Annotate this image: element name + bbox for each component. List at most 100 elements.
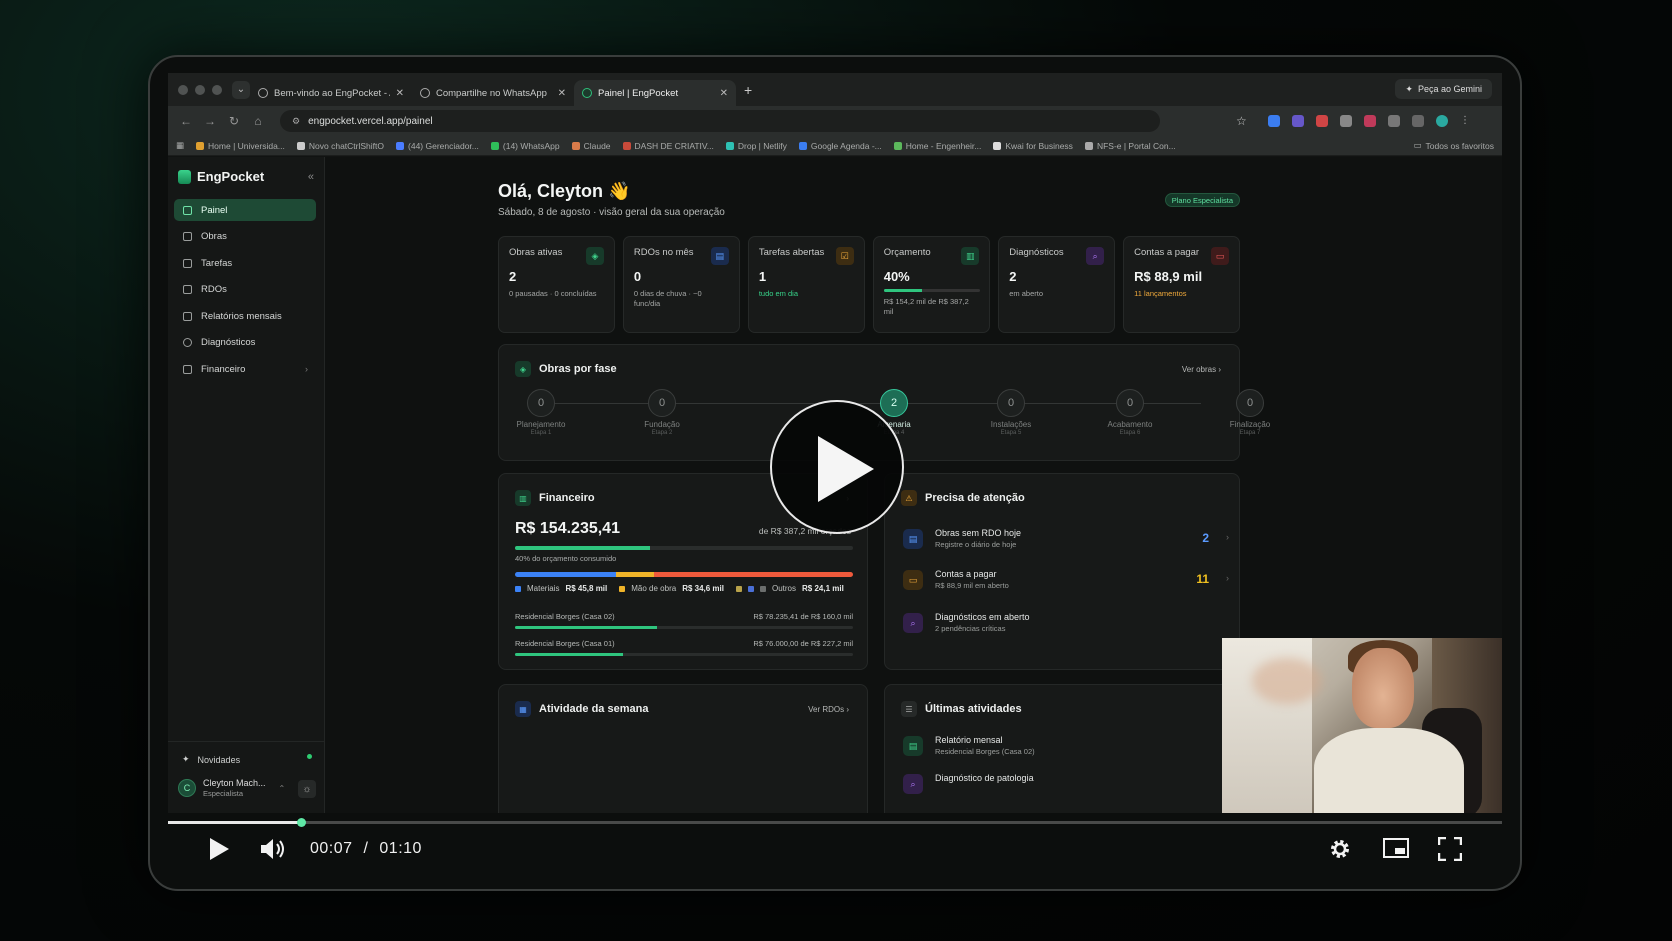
bookmark-item[interactable]: Novo chatCtrlShiftO bbox=[296, 141, 384, 151]
apps-grid-icon[interactable]: ▦ bbox=[176, 140, 184, 151]
bookmark-item[interactable]: DASH DE CRIATIV... bbox=[622, 141, 714, 151]
sidebar-item-financeiro[interactable]: Financeiro › bbox=[174, 358, 316, 380]
user-menu[interactable]: C Cleyton Mach... Especialista ⌃ bbox=[178, 778, 285, 798]
sidebar-footer: ✦ Novidades C Cleyton Mach... Especialis… bbox=[168, 741, 324, 813]
bookmark-item[interactable]: Home - Engenheir... bbox=[893, 141, 981, 151]
browser-toolbar: ← → ↻ ⌂ ⚙ engpocket.vercel.app/painel ☆ … bbox=[168, 106, 1502, 136]
reload-icon[interactable]: ↻ bbox=[228, 114, 240, 128]
tab-search-chevron-icon[interactable]: ⌄ bbox=[232, 80, 250, 99]
window-controls[interactable] bbox=[168, 84, 222, 95]
theme-toggle-sun-icon[interactable]: ☼ bbox=[298, 780, 316, 798]
stage-fundacao[interactable]: 0 Fundação Etapa 2 bbox=[627, 389, 697, 436]
ver-obras-link[interactable]: Ver obras › bbox=[1182, 365, 1221, 374]
close-icon[interactable]: ✕ bbox=[720, 88, 728, 99]
puzzle-icon[interactable] bbox=[1388, 115, 1400, 127]
novidades-button[interactable]: ✦ Novidades bbox=[182, 754, 240, 765]
scrubber-handle[interactable] bbox=[297, 818, 307, 827]
browser-tab-2[interactable]: Compartilhe no WhatsApp ✕ bbox=[412, 80, 574, 106]
ver-rdos-link[interactable]: Ver RDOs › bbox=[808, 705, 849, 714]
search-icon: ⌕ bbox=[903, 774, 923, 794]
close-icon[interactable]: ✕ bbox=[396, 88, 404, 99]
sidebar-item-obras[interactable]: Obras bbox=[174, 226, 316, 248]
extension-icon[interactable] bbox=[1364, 115, 1376, 127]
bookmark-item[interactable]: (14) WhatsApp bbox=[490, 141, 560, 151]
brand[interactable]: EngPocket bbox=[178, 169, 264, 184]
bookmark-item[interactable]: NFS-e | Portal Con... bbox=[1084, 141, 1176, 151]
ultimas-card: ☰ Últimas atividades ▤ Relatório mensal … bbox=[884, 684, 1240, 813]
stage-planejamento[interactable]: 0 Planejamento Etapa 1 bbox=[506, 389, 576, 436]
sidebar-item-rdos[interactable]: RDOs bbox=[174, 279, 316, 301]
bookmark-star-icon[interactable]: ☆ bbox=[1236, 114, 1247, 128]
fullscreen-icon[interactable] bbox=[1438, 837, 1462, 861]
extension-icon[interactable] bbox=[1292, 115, 1304, 127]
chevron-right-icon: › bbox=[305, 364, 308, 374]
browser-tab-1[interactable]: Bem-vindo ao EngPocket - A ✕ bbox=[250, 80, 412, 106]
stage-count: 0 bbox=[1236, 389, 1264, 417]
gemini-button[interactable]: ✦ Peça ao Gemini bbox=[1395, 79, 1492, 99]
bookmark-item[interactable]: (44) Gerenciador... bbox=[396, 141, 479, 151]
volume-icon[interactable] bbox=[260, 837, 286, 861]
kpi-tarefas-abertas[interactable]: Tarefas abertas ☑ 1 tudo em dia bbox=[747, 236, 865, 333]
atividade-card: ▦ Atividade da semana Ver RDOs › bbox=[498, 684, 868, 813]
sidebar-item-tarefas[interactable]: Tarefas bbox=[174, 252, 316, 274]
reading-list-icon[interactable] bbox=[1412, 115, 1424, 127]
sidebar-item-diagnosticos[interactable]: Diagnósticos bbox=[174, 332, 316, 354]
all-favorites[interactable]: ▭ Todos os favoritos bbox=[1413, 140, 1494, 151]
stage-finalizacao[interactable]: 0 Finalização Etapa 7 bbox=[1215, 389, 1285, 436]
address-bar[interactable]: ⚙ engpocket.vercel.app/painel bbox=[280, 110, 1160, 132]
stage-instalacoes[interactable]: 0 Instalações Etapa 5 bbox=[976, 389, 1046, 436]
bookmark-item[interactable]: Claude bbox=[571, 141, 611, 151]
settings-gear-icon[interactable] bbox=[1328, 837, 1352, 861]
extension-icon[interactable] bbox=[1340, 115, 1352, 127]
project-value: R$ 76.000,00 de R$ 227,2 mil bbox=[753, 639, 853, 648]
atencao-item-diagnosticos[interactable]: ⌕ Diagnósticos em aberto 2 pendências cr… bbox=[903, 610, 1237, 638]
close-icon[interactable]: ✕ bbox=[558, 88, 566, 99]
video-progress-bar[interactable] bbox=[168, 818, 1502, 827]
user-name: Cleyton Mach... bbox=[203, 778, 266, 788]
cost-legend: Materiais R$ 45,8 mil Mão de obra R$ 34,6 … bbox=[515, 584, 850, 593]
bookmark-label: Home | Universida... bbox=[208, 140, 285, 151]
extension-icon[interactable] bbox=[1268, 115, 1280, 127]
browser-tab-3[interactable]: Painel | EngPocket ✕ bbox=[574, 80, 736, 106]
bookmark-item[interactable]: Google Agenda -... bbox=[798, 141, 882, 151]
bookmark-item[interactable]: Kwai for Business bbox=[993, 141, 1073, 151]
bookmark-item[interactable]: Home | Universida... bbox=[196, 141, 285, 151]
collapse-sidebar-icon[interactable]: « bbox=[308, 171, 314, 183]
sidebar-item-relatorios[interactable]: Relatórios mensais bbox=[174, 305, 316, 327]
bookmark-label: (44) Gerenciador... bbox=[408, 140, 479, 151]
home-icon[interactable]: ⌂ bbox=[252, 114, 264, 128]
layers-icon bbox=[183, 232, 192, 241]
new-tab-plus-icon[interactable]: + bbox=[744, 82, 752, 98]
budget-progress-bar bbox=[883, 289, 980, 292]
forward-arrow-icon[interactable]: → bbox=[204, 114, 216, 128]
profile-avatar-icon[interactable] bbox=[1436, 115, 1448, 127]
atencao-item-rdo[interactable]: ▤ Obras sem RDO hoje Registre o diário d… bbox=[903, 526, 1237, 554]
kpi-diagnosticos[interactable]: Diagnósticos ⌕ 2 em aberto bbox=[998, 236, 1116, 333]
bookmark-item[interactable]: Drop | Netlify bbox=[725, 141, 787, 151]
activity-item[interactable]: ⌕ Diagnóstico de patologia bbox=[903, 771, 1237, 799]
calendar-icon: ▦ bbox=[515, 701, 531, 717]
kpi-contas-pagar[interactable]: Contas a pagar ▭ R$ 88,9 mil 11 lançamen… bbox=[1123, 236, 1241, 333]
site-settings-icon[interactable]: ⚙ bbox=[292, 116, 300, 127]
play-overlay-button[interactable] bbox=[770, 400, 904, 534]
miniplayer-icon[interactable] bbox=[1383, 837, 1409, 859]
back-arrow-icon[interactable]: ← bbox=[180, 114, 192, 128]
sidebar-item-painel[interactable]: Painel bbox=[174, 199, 316, 221]
atencao-item-contas[interactable]: ▭ Contas a pagar R$ 88,9 mil em aberto 1… bbox=[903, 567, 1237, 595]
wallet-icon: ▭ bbox=[1211, 247, 1230, 265]
phases-title: ◈ Obras por fase bbox=[515, 361, 617, 377]
kpi-obras-ativas[interactable]: Obras ativas ◈ 2 0 pausadas · 0 concluíd… bbox=[498, 236, 615, 333]
activity-item[interactable]: ▤ Relatório mensal Residencial Borges (C… bbox=[903, 733, 1237, 761]
kebab-menu-icon[interactable]: ⋮ bbox=[1460, 115, 1472, 127]
kpi-rdos-mes[interactable]: RDOs no mês ▤ 0 0 dias de chuva · ~0 fun… bbox=[622, 236, 740, 333]
legend-label: Outros bbox=[772, 584, 797, 593]
kpi-orcamento[interactable]: Orçamento ▥ 40% R$ 154,2 mil de R$ 387,2… bbox=[872, 236, 991, 333]
globe-icon bbox=[258, 88, 268, 98]
atencao-title: ⚠ Precisa de atenção bbox=[901, 490, 1025, 506]
stage-acabamento[interactable]: 0 Acabamento Etapa 6 bbox=[1095, 389, 1165, 436]
atencao-item-title: Obras sem RDO hoje bbox=[935, 528, 1022, 538]
engpocket-favicon-icon bbox=[582, 88, 592, 98]
extension-icon[interactable] bbox=[1316, 115, 1328, 127]
legend-swatch bbox=[515, 585, 521, 592]
play-icon[interactable] bbox=[208, 837, 230, 861]
